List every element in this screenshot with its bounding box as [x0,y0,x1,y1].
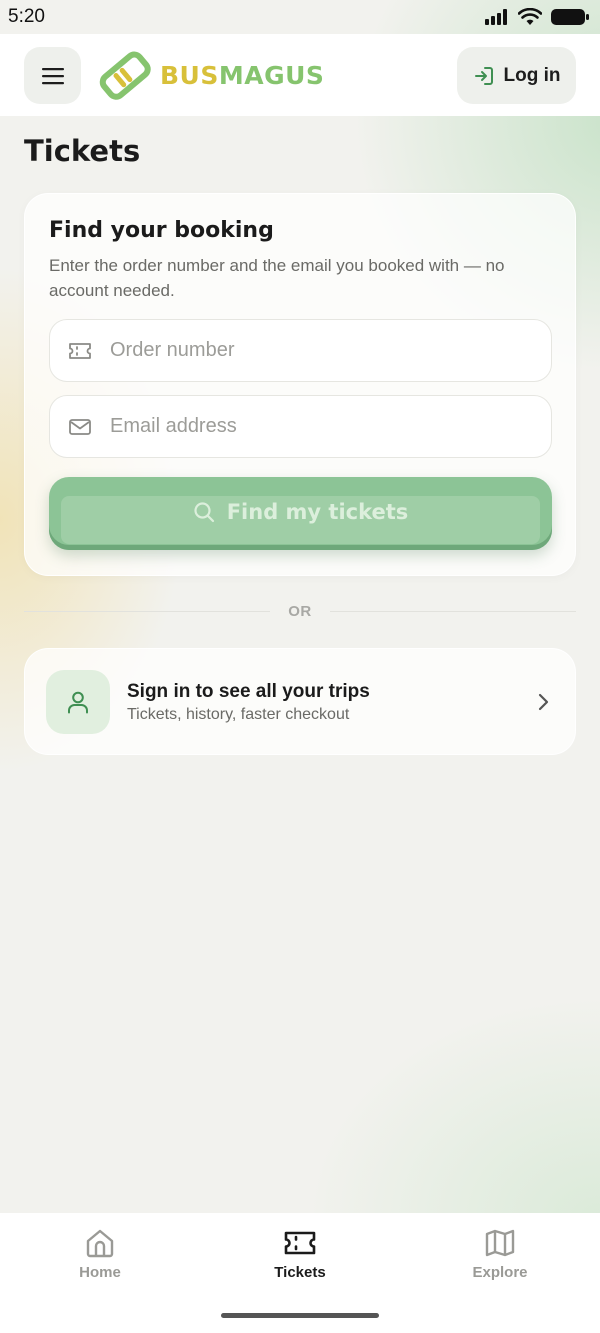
find-tickets-button[interactable]: Find my tickets [49,477,552,550]
email-input[interactable] [110,415,510,438]
status-time: 5:20 [8,6,45,27]
nav-item-home[interactable]: Home [25,1227,175,1281]
signin-card[interactable]: Sign in to see all your trips Tickets, h… [24,648,576,755]
chevron-right-icon [538,693,549,711]
find-booking-card: Find your booking Enter the order number… [24,193,576,576]
hamburger-menu-icon [41,67,64,84]
user-icon [68,691,88,714]
find-tickets-label: Find my tickets [226,500,409,524]
wifi-icon [518,8,542,25]
signin-subtitle: Tickets, history, faster checkout [127,706,350,723]
nav-label-tickets: Tickets [274,1264,326,1281]
signal-icon [485,9,507,25]
nav-item-tickets[interactable]: Tickets [225,1227,375,1281]
or-divider: OR [24,601,576,621]
nav-label-home: Home [79,1264,121,1281]
find-tickets-button-content: Find my tickets [49,497,552,527]
battery-icon [551,9,589,25]
email-field[interactable] [49,395,552,458]
nav-item-explore[interactable]: Explore [425,1227,575,1281]
status-bar: 5:20 [0,0,600,34]
logo-text-magus: MAGUS [218,60,325,90]
login-arrow-icon [474,66,493,85]
signin-title: Sign in to see all your trips [127,681,370,702]
divider-line-left [24,610,271,612]
home-indicator [221,1313,379,1318]
app-header: BUSMAGUS Log in [0,34,600,116]
ticket-icon [69,342,91,359]
booking-card-title: Find your booking [49,218,274,243]
menu-button[interactable] [24,47,81,104]
order-number-field[interactable] [49,319,552,382]
login-button[interactable]: Log in [457,47,576,104]
logo[interactable]: BUSMAGUS [96,50,324,100]
login-label: Log in [503,64,561,86]
page-title: Tickets [24,134,141,168]
booking-card-description: Enter the order number and the email you… [49,256,505,300]
signin-avatar [46,670,110,734]
divider-line-right [329,610,576,612]
divider-text: OR [288,602,312,620]
mail-icon [69,418,91,435]
map-icon [485,1229,515,1257]
nav-label-explore: Explore [472,1264,528,1281]
logo-text: BUSMAGUS [160,61,324,90]
order-number-input[interactable] [110,339,510,362]
search-icon [194,502,214,523]
status-icons [484,7,590,27]
home-icon [86,1229,114,1258]
ticket-icon [284,1231,316,1255]
logo-text-bus: BUS [160,60,219,90]
logo-mark-icon [99,51,151,100]
